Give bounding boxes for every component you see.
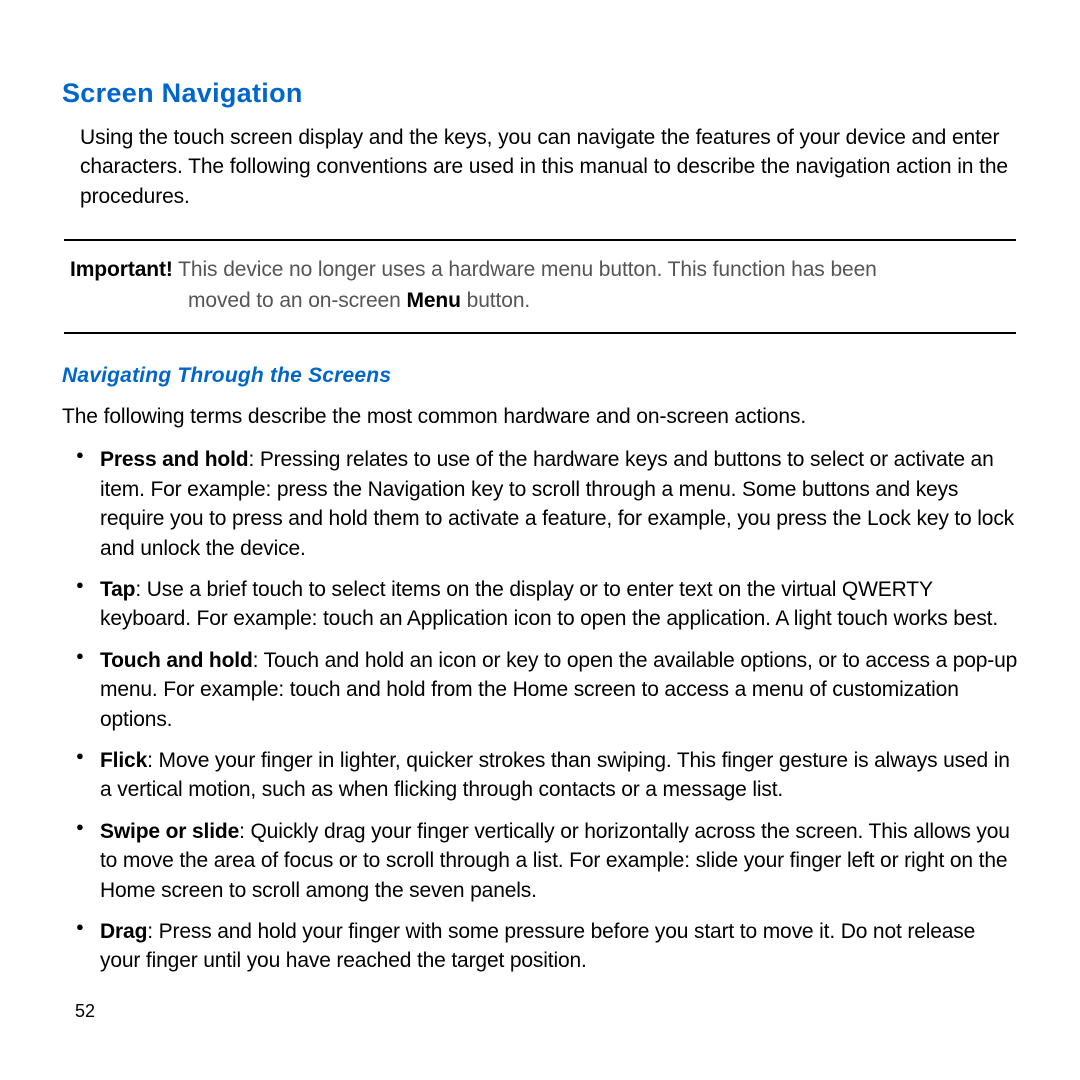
callout-label: Important!: [70, 258, 173, 281]
subsection-intro: The following terms describe the most co…: [62, 402, 1018, 431]
term-label: Touch and hold: [100, 649, 253, 672]
term-label: Swipe or slide: [100, 820, 239, 843]
list-item: Press and hold: Pressing relates to use …: [100, 445, 1018, 563]
term-label: Press and hold: [100, 448, 248, 471]
term-label: Flick: [100, 749, 147, 772]
list-item: Swipe or slide: Quickly drag your finger…: [100, 817, 1018, 905]
menu-word: Menu: [406, 289, 460, 312]
callout-line2-prefix: moved to an on-screen: [188, 289, 406, 312]
callout-line2-suffix: button.: [461, 289, 530, 312]
subsection-title: Navigating Through the Screens: [62, 364, 1018, 388]
term-desc: : Move your finger in lighter, quicker s…: [100, 749, 1010, 801]
intro-paragraph: Using the touch screen display and the k…: [62, 123, 1018, 211]
term-label: Tap: [100, 578, 135, 601]
important-callout: Important! This device no longer uses a …: [64, 239, 1016, 334]
callout-line1: This device no longer uses a hardware me…: [173, 258, 877, 281]
section-title: Screen Navigation: [62, 78, 1018, 109]
page-number: 52: [75, 1001, 95, 1022]
list-item: Flick: Move your finger in lighter, quic…: [100, 746, 1018, 805]
terms-list: Press and hold: Pressing relates to use …: [62, 445, 1018, 975]
term-label: Drag: [100, 920, 147, 943]
list-item: Touch and hold: Touch and hold an icon o…: [100, 646, 1018, 734]
callout-text: Important! This device no longer uses a …: [64, 255, 1016, 316]
callout-line2: moved to an on-screen Menu button.: [70, 286, 1016, 316]
term-desc: : Press and hold your finger with some p…: [100, 920, 975, 972]
term-desc: : Use a brief touch to select items on t…: [100, 578, 998, 630]
list-item: Tap: Use a brief touch to select items o…: [100, 575, 1018, 634]
list-item: Drag: Press and hold your finger with so…: [100, 917, 1018, 976]
